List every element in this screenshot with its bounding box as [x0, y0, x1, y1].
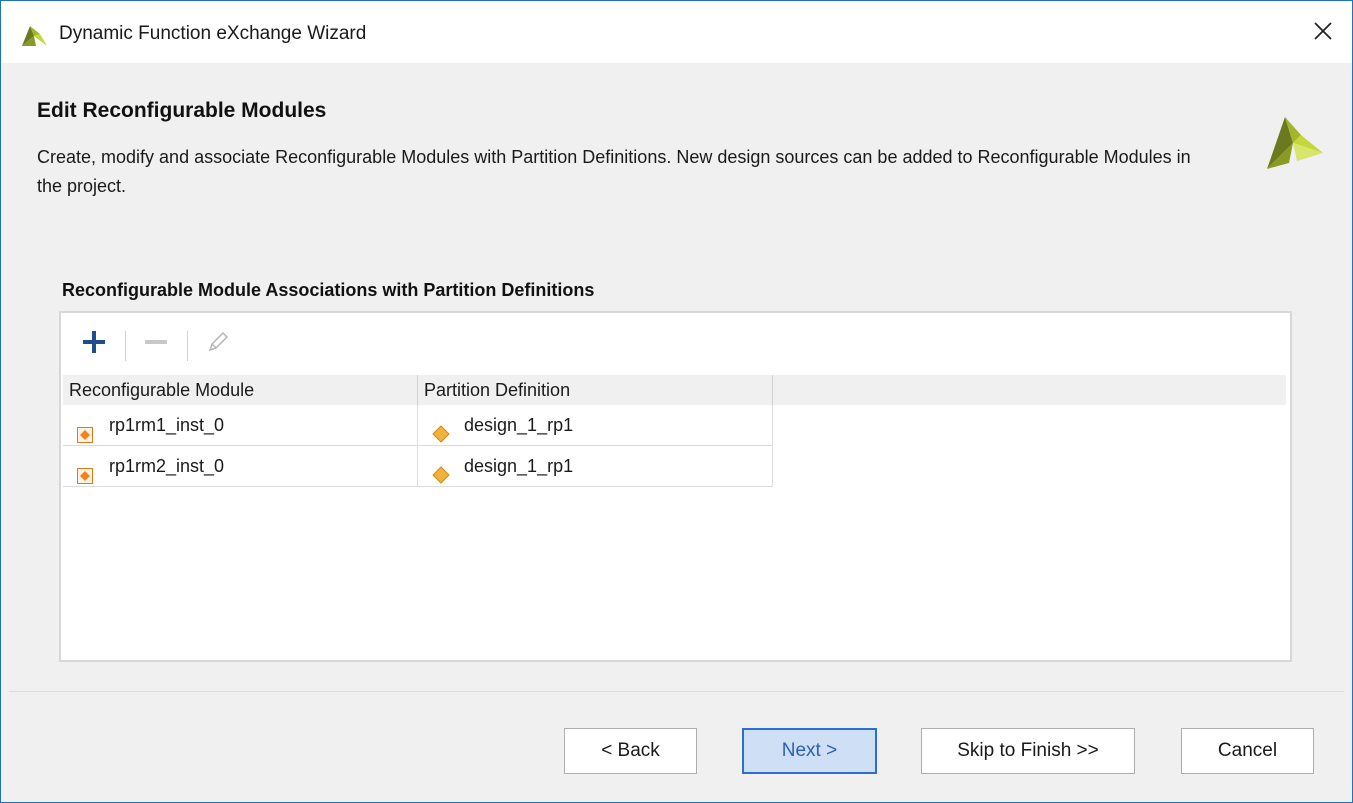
partition-definition-icon: [432, 458, 450, 484]
table-row[interactable]: rp1rm1_inst_0 design_1_rp1: [63, 405, 773, 446]
toolbar-divider: [187, 331, 188, 361]
add-button[interactable]: [77, 327, 111, 361]
title-bar: Dynamic Function eXchange Wizard: [1, 1, 1352, 63]
cancel-button[interactable]: Cancel: [1181, 728, 1314, 774]
reconfigurable-module-icon: [77, 417, 93, 443]
edit-button[interactable]: [201, 327, 235, 361]
footer-divider: [9, 691, 1344, 692]
column-header-partition[interactable]: Partition Definition: [418, 375, 773, 405]
toolbar-divider: [125, 331, 126, 361]
table-toolbar: [61, 313, 1290, 375]
close-button[interactable]: [1303, 13, 1343, 53]
module-cell[interactable]: rp1rm1_inst_0: [63, 405, 418, 445]
back-button[interactable]: < Back: [564, 728, 697, 774]
window-title: Dynamic Function eXchange Wizard: [59, 23, 367, 44]
section-title: Reconfigurable Module Associations with …: [62, 280, 595, 300]
partition-name: design_1_rp1: [464, 415, 574, 435]
table-row[interactable]: rp1rm2_inst_0 design_1_rp1: [63, 446, 773, 487]
plus-icon[interactable]: [81, 329, 107, 360]
close-icon[interactable]: [1313, 21, 1333, 46]
page-title: Edit Reconfigurable Modules: [37, 99, 327, 122]
wizard-window: Dynamic Function eXchange Wizard Edit Re…: [0, 0, 1353, 803]
skip-to-finish-button[interactable]: Skip to Finish >>: [921, 728, 1135, 774]
module-cell[interactable]: rp1rm2_inst_0: [63, 446, 418, 486]
remove-button[interactable]: [139, 327, 173, 361]
column-header-module[interactable]: Reconfigurable Module: [63, 375, 418, 405]
partition-cell[interactable]: design_1_rp1: [418, 446, 773, 486]
page-description: Create, modify and associate Reconfigura…: [37, 147, 1191, 196]
minus-icon[interactable]: [143, 329, 169, 360]
module-name: rp1rm1_inst_0: [109, 415, 225, 435]
partition-definition-icon: [432, 417, 450, 443]
module-name: rp1rm2_inst_0: [109, 456, 225, 476]
table-header: Reconfigurable Module Partition Definiti…: [63, 375, 1286, 405]
associations-panel: Reconfigurable Module Partition Definiti…: [59, 311, 1292, 662]
associations-table: Reconfigurable Module Partition Definiti…: [63, 375, 1286, 656]
partition-cell[interactable]: design_1_rp1: [418, 405, 773, 445]
pencil-icon[interactable]: [205, 329, 231, 360]
partition-name: design_1_rp1: [464, 456, 574, 476]
next-button[interactable]: Next >: [742, 728, 877, 774]
reconfigurable-module-icon: [77, 458, 93, 484]
vivado-logo-icon: [20, 24, 48, 48]
vivado-logo-icon: [1263, 113, 1325, 171]
